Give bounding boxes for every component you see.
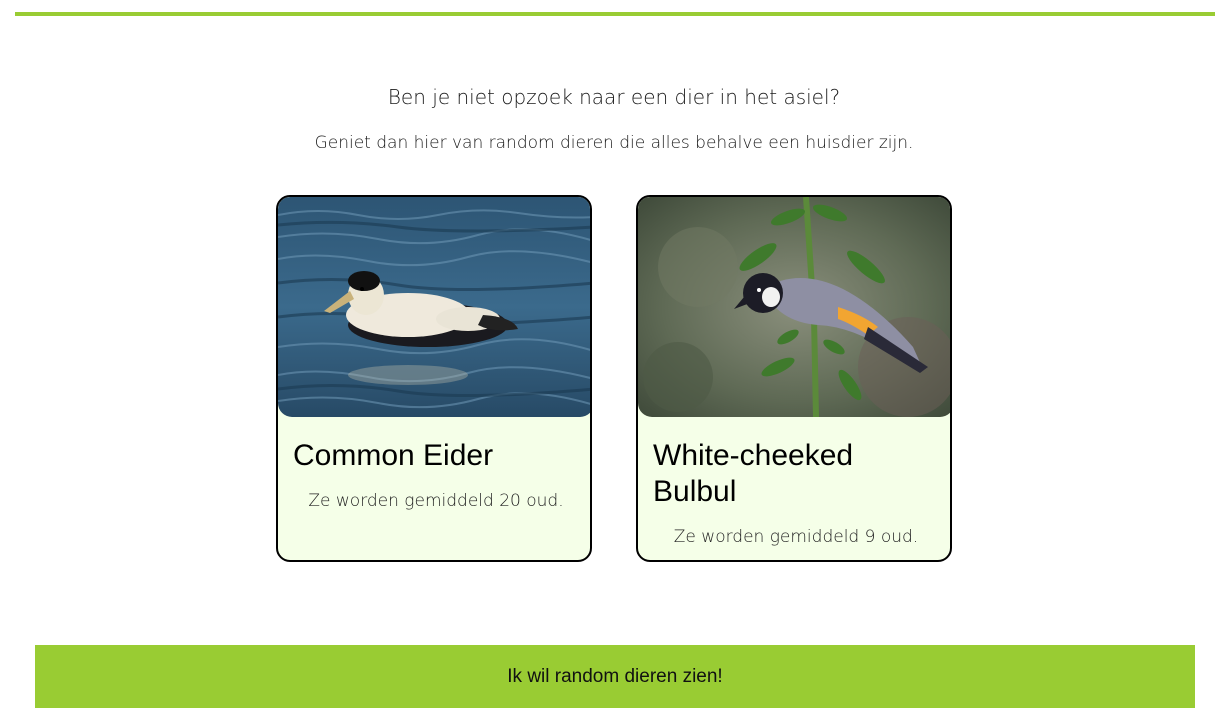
animal-card: White-cheeked Bulbul Ze worden gemiddeld… xyxy=(636,195,952,562)
animal-name: Common Eider xyxy=(293,439,494,472)
animal-card: Common Eider Ze worden gemiddeld 20 oud. xyxy=(276,195,592,562)
intro-heading: Ben je niet opzoek naar een dier in het … xyxy=(387,85,841,109)
show-random-animals-button[interactable]: Ik wil random dieren zien! xyxy=(35,645,1195,708)
intro-subheading: Geniet dan hier van random dieren die al… xyxy=(314,133,914,153)
animal-name: White-cheeked Bulbul xyxy=(653,439,854,508)
animal-age-text: Ze worden gemiddeld 9 oud. xyxy=(673,527,919,547)
animal-photo-common-eider xyxy=(278,197,590,417)
top-divider xyxy=(15,12,1215,16)
animal-photo-white-cheeked-bulbul xyxy=(638,197,950,417)
animal-age-text: Ze worden gemiddeld 20 oud. xyxy=(308,491,564,511)
